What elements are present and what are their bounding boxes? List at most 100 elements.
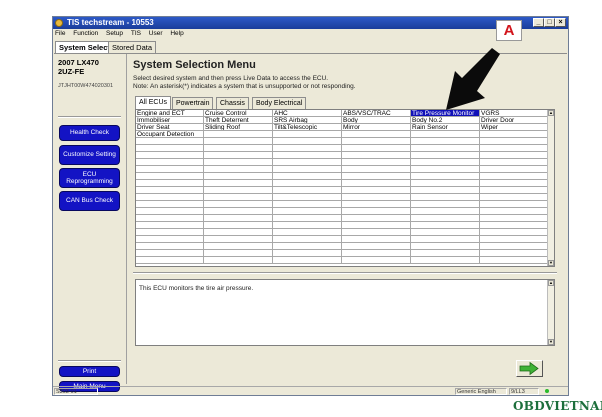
grid-cell <box>411 229 480 236</box>
grid-cell <box>411 166 480 173</box>
close-button[interactable]: × <box>555 18 566 27</box>
grid-cell[interactable]: Theft Deterrent <box>204 117 273 124</box>
grid-scrollbar[interactable]: ▲ ▼ <box>547 110 554 266</box>
grid-cell <box>342 201 411 208</box>
grid-cell <box>411 222 480 229</box>
grid-cell[interactable]: Cruise Control <box>204 110 273 117</box>
grid-cell <box>204 250 273 257</box>
grid-cell <box>480 215 548 222</box>
grid-cell <box>273 166 342 173</box>
description-scrollbar[interactable]: ▲ ▼ <box>547 280 554 345</box>
grid-cell <box>342 257 411 264</box>
grid-cell <box>342 187 411 194</box>
grid-cell <box>273 173 342 180</box>
grid-cell <box>273 229 342 236</box>
tab-body-electrical[interactable]: Body Electrical <box>252 97 307 109</box>
can-bus-check-button[interactable]: CAN Bus Check <box>59 191 120 211</box>
grid-cell <box>273 159 342 166</box>
grid-cell[interactable]: Tilt&Telescopic <box>273 124 342 131</box>
grid-scroll-up-icon[interactable]: ▲ <box>548 110 554 116</box>
grid-cell[interactable]: Immobiliser <box>136 117 204 124</box>
menu-tis[interactable]: TIS <box>131 30 141 37</box>
grid-cell[interactable]: Sliding Roof <box>204 124 273 131</box>
grid-cell[interactable]: ABS/VSC/TRAC <box>342 110 411 117</box>
green-arrow-right-icon <box>519 361 539 376</box>
menu-file[interactable]: File <box>55 30 65 37</box>
grid-cell[interactable]: Body <box>342 117 411 124</box>
grid-cell <box>273 236 342 243</box>
grid-cell <box>480 180 548 187</box>
grid-cell <box>273 152 342 159</box>
grid-cell <box>136 250 204 257</box>
grid-cell <box>204 194 273 201</box>
grid-cell[interactable]: Wiper <box>480 124 548 131</box>
grid-cell <box>342 180 411 187</box>
grid-cell <box>273 250 342 257</box>
tab-stored-data[interactable]: Stored Data <box>108 41 157 53</box>
grid-cell <box>273 194 342 201</box>
grid-cell <box>273 257 342 264</box>
grid-cell[interactable]: Driver Seat <box>136 124 204 131</box>
grid-cell[interactable]: Occupant Detection <box>136 131 204 138</box>
menu-help[interactable]: Help <box>170 30 183 37</box>
tab-system-select[interactable]: System Select <box>55 41 114 53</box>
window-title: TIS techstream - 10553 <box>67 18 154 27</box>
grid-cell[interactable]: Mirror <box>342 124 411 131</box>
menu-setup[interactable]: Setup <box>106 30 123 37</box>
grid-cell <box>411 145 480 152</box>
health-check-button[interactable]: Health Check <box>59 125 120 141</box>
grid-cell <box>204 236 273 243</box>
tab-chassis[interactable]: Chassis <box>216 97 249 109</box>
grid-cell[interactable]: Driver Door <box>480 117 548 124</box>
grid-cell <box>480 229 548 236</box>
description-box: This ECU monitors the tire air pressure.… <box>135 279 555 346</box>
sidebar: 2007 LX470 2UZ-FE JTJHT00W474020301 Heal… <box>55 54 124 392</box>
grid-cell <box>480 131 548 138</box>
minimize-button[interactable]: _ <box>533 18 544 27</box>
maximize-button[interactable]: □ <box>544 18 555 27</box>
vehicle-info: 2007 LX470 2UZ-FE <box>55 54 124 76</box>
grid-cell <box>411 131 480 138</box>
panel-divider <box>133 272 557 274</box>
grid-cell <box>204 138 273 145</box>
status-led-icon <box>545 389 549 393</box>
grid-cell <box>480 243 548 250</box>
grid-cell <box>273 131 342 138</box>
grid-cell <box>411 138 480 145</box>
techstream-icon <box>55 19 63 27</box>
menu-user[interactable]: User <box>149 30 163 37</box>
grid-cell <box>204 215 273 222</box>
grid-scroll-down-icon[interactable]: ▼ <box>548 260 554 266</box>
watermark: OBDVIETNAM <box>513 399 602 413</box>
grid-cell <box>411 215 480 222</box>
grid-cell <box>273 145 342 152</box>
grid-cell <box>411 194 480 201</box>
ecu-grid-cells: Engine and ECT Cruise Control AHC ABS/VSC/T… <box>136 110 548 266</box>
desc-scroll-down-icon[interactable]: ▼ <box>548 339 554 345</box>
grid-cell <box>204 173 273 180</box>
ecu-reprogramming-button[interactable]: ECU Reprogramming <box>59 168 120 188</box>
customize-setting-button[interactable]: Customize Setting <box>59 145 120 165</box>
vehicle-model: 2007 LX470 <box>58 58 99 67</box>
grid-cell[interactable]: Engine and ECT <box>136 110 204 117</box>
grid-cell[interactable]: Body No.2 <box>411 117 480 124</box>
grid-cell[interactable]: SRS Airbag <box>273 117 342 124</box>
menu-function[interactable]: Function <box>73 30 98 37</box>
grid-cell <box>136 201 204 208</box>
print-button[interactable]: Print <box>59 366 120 377</box>
annotation-label-a: A <box>496 20 522 41</box>
tab-powertrain[interactable]: Powertrain <box>172 97 214 109</box>
grid-cell[interactable]: AHC <box>273 110 342 117</box>
grid-cell <box>136 145 204 152</box>
grid-cell <box>273 187 342 194</box>
grid-cell <box>480 187 548 194</box>
grid-cell <box>136 236 204 243</box>
grid-cell[interactable]: Rain Sensor <box>411 124 480 131</box>
tab-all-ecus[interactable]: All ECUs <box>135 96 172 109</box>
grid-cell <box>273 208 342 215</box>
grid-cell <box>204 208 273 215</box>
grid-cell <box>480 145 548 152</box>
grid-cell <box>204 152 273 159</box>
desc-scroll-up-icon[interactable]: ▲ <box>548 280 554 286</box>
next-button[interactable] <box>516 360 543 377</box>
